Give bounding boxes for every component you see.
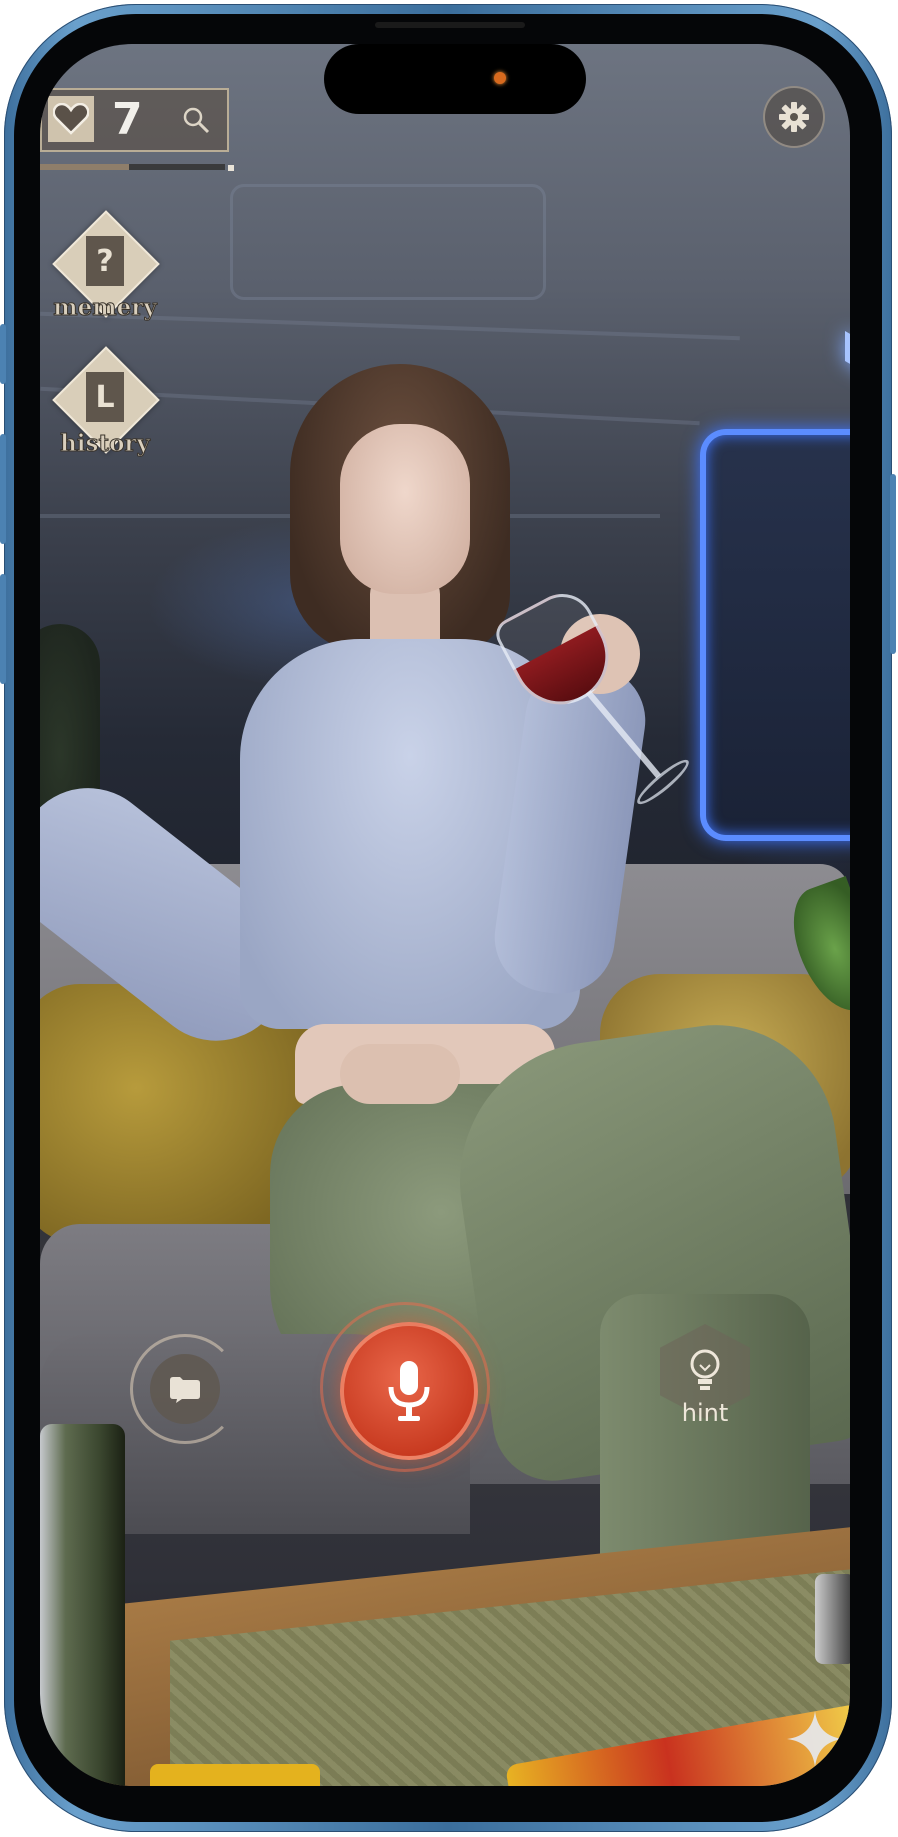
silent-switch (0, 324, 6, 384)
dynamic-island (324, 44, 586, 114)
progress-bar-fill (40, 164, 129, 170)
game-screen[interactable]: 7 ? memery L history hint (40, 44, 850, 1786)
affection-counter[interactable]: 7 (40, 88, 229, 152)
history-label: history (60, 430, 151, 458)
snack-box (150, 1764, 320, 1786)
affection-count: 7 (112, 94, 143, 145)
sparkle-icon[interactable] (785, 1709, 845, 1769)
folder-chat-icon (150, 1354, 220, 1424)
chat-log-button[interactable] (130, 1334, 240, 1444)
memery-button[interactable]: ? memery (50, 210, 160, 336)
progress-marker (228, 165, 234, 171)
history-button[interactable]: L history (50, 346, 160, 472)
progress-bar (40, 164, 225, 170)
volume-up-button (0, 434, 6, 544)
drink-can (40, 1424, 125, 1786)
question-mark-icon: ? (86, 236, 124, 286)
front-camera (494, 72, 506, 84)
power-button (890, 474, 896, 654)
character-hand (340, 1044, 460, 1104)
heart-icon (48, 96, 94, 142)
gear-icon (779, 102, 809, 132)
hint-label: hint (681, 1399, 729, 1427)
volume-down-button (0, 574, 6, 684)
ceiling-vent (230, 184, 546, 300)
earpiece-speaker (375, 22, 525, 28)
memery-label: memery (53, 294, 157, 322)
hint-button[interactable]: hint (655, 1319, 755, 1444)
character-face (340, 424, 470, 594)
neon-window (700, 429, 850, 841)
microphone-button[interactable] (320, 1302, 490, 1472)
lightbulb-icon (685, 1347, 725, 1397)
wine-glass-base (632, 754, 694, 810)
cup (815, 1574, 850, 1664)
neon-light (845, 331, 850, 387)
search-icon[interactable] (182, 106, 210, 134)
microphone-icon (340, 1322, 478, 1460)
history-icon: L (86, 372, 124, 422)
settings-button[interactable] (763, 86, 825, 148)
